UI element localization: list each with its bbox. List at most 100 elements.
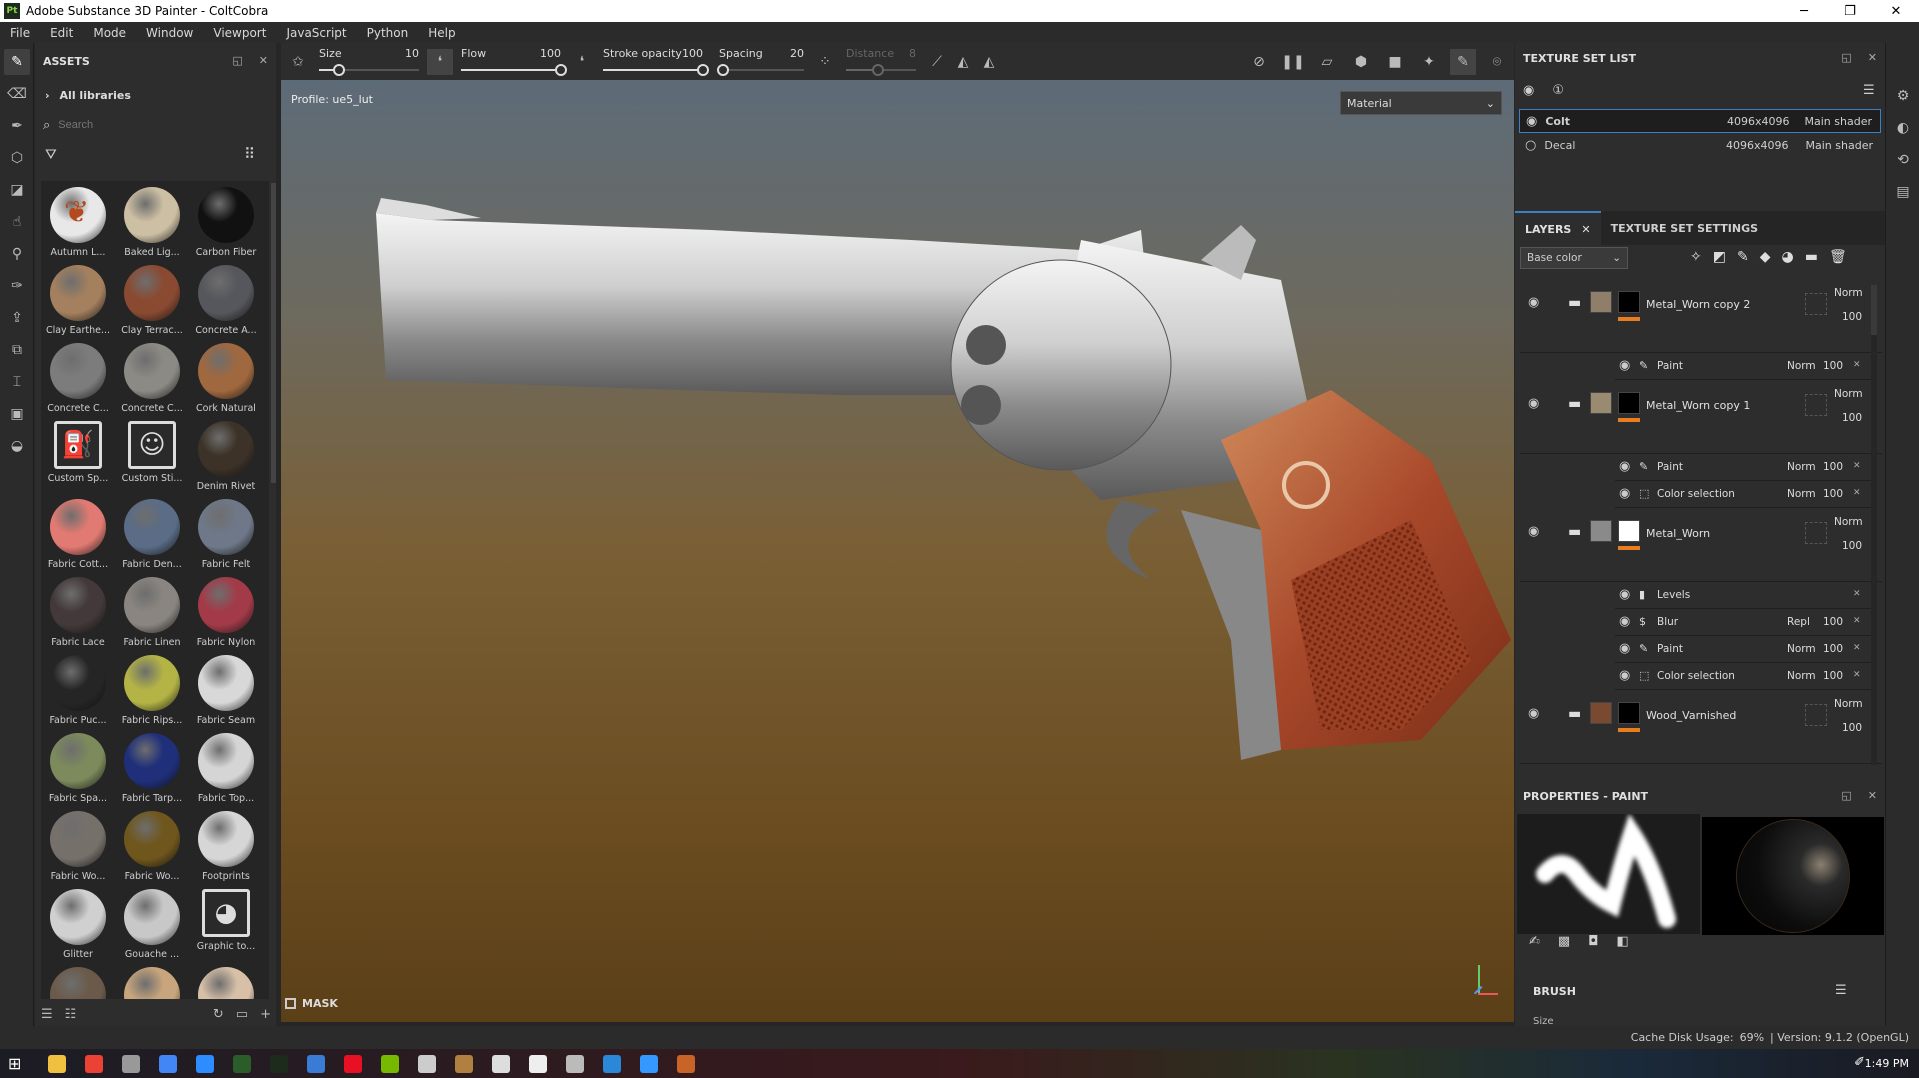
asset-item[interactable]: Fabric Puc... [44,653,112,731]
slider-handle[interactable] [555,64,567,76]
blend-mode-dropdown[interactable]: Norm [1787,360,1816,372]
taskbar-app-icon[interactable] [418,1055,436,1073]
asset-item[interactable]: Fabric Wo... [44,809,112,887]
library-selector[interactable]: › All libraries [45,89,131,102]
effect-row[interactable]: ◉ ✎ Paint Norm 100 ✕ [1615,636,1871,663]
paint-brush-icon[interactable]: ✎ [4,49,30,75]
3d-viewport[interactable]: Profile: ue5_lut Material ⌄ MASK [281,80,1514,1022]
effect-row[interactable]: ◉⬚Color selectionNorm100✕ [1615,663,1871,690]
effect-row[interactable]: ◉ ✎ Paint Norm 100 ✕ [1615,353,1871,380]
close-icon[interactable]: ✕ [1581,223,1590,236]
layer-mask-thumbnail[interactable] [1618,520,1640,542]
menu-icon[interactable]: ☰ [1863,83,1875,98]
asset-item[interactable]: Fabric Felt [192,497,260,575]
color-picker-icon[interactable]: ✑ [4,273,30,299]
taskbar-app-icon[interactable] [122,1055,140,1073]
opacity-dropdown[interactable]: 100 [1842,311,1862,323]
taskbar-app-icon[interactable] [159,1055,177,1073]
opacity-dropdown[interactable]: 100 [1823,488,1843,500]
undock-icon[interactable]: ◱ [1841,51,1851,64]
close-icon[interactable]: ✕ [1868,789,1877,802]
pause-icon[interactable]: ❚❚ [1280,49,1306,75]
brush-tab-icon[interactable]: ✍ [1529,934,1540,949]
section-menu-icon[interactable]: ☰ [1835,983,1847,998]
blend-mode-dropdown[interactable]: Norm [1834,698,1863,710]
taskbar-app-icon[interactable] [640,1055,658,1073]
effect-row[interactable]: ◉ ▮ Levels ✕ [1615,582,1871,609]
folder-icon[interactable]: ▬ [1568,396,1581,412]
log-icon[interactable]: ▤ [1890,179,1916,205]
grid-view-icon[interactable]: ⠿ [244,145,255,163]
slider-spacing[interactable]: Spacing 20 [717,43,804,80]
flow-pressure-icon[interactable]: ❛ [427,48,453,75]
taskbar-app-icon[interactable] [566,1055,584,1073]
opacity-dropdown[interactable]: 100 [1823,643,1843,655]
texture-set-row[interactable]: ○ Decal 4096x4096 Main shader [1519,133,1881,157]
blend-mode-dropdown[interactable]: Norm [1834,287,1863,299]
taskbar-app-icon[interactable] [48,1055,66,1073]
slider-size[interactable]: Size 10 [319,43,419,80]
asset-item[interactable]: Fabric Nylon [192,575,260,653]
asset-item[interactable]: Fabric Seam [192,653,260,731]
taskbar-app-icon[interactable] [492,1055,510,1073]
paint-mode-icon[interactable]: ✎ [1450,48,1476,75]
folder-icon[interactable]: ▬ [1568,295,1581,311]
close-button[interactable]: ✕ [1873,0,1919,22]
asset-item[interactable]: ◕ Graphic to... [192,887,260,965]
asset-item[interactable]: Clay Earthe... [44,263,112,341]
sphere-icon[interactable]: ◒ [4,433,30,459]
asset-item[interactable]: Fabric Tarp... [118,731,186,809]
slider-handle[interactable] [717,64,730,76]
menu-help[interactable]: Help [418,26,465,40]
add-mask-icon[interactable]: ◩ [1713,249,1726,265]
eye-icon[interactable]: ◉ [1526,114,1537,129]
filter-icon[interactable]: ⛛ [45,147,57,163]
blend-mode-dropdown[interactable]: Norm [1787,461,1816,473]
list-view-icon[interactable]: ☰ [41,1007,53,1022]
tab-layers[interactable]: LAYERS ✕ [1515,211,1601,245]
taskbar-app-icon[interactable] [270,1055,288,1073]
eye-icon[interactable]: ◉ [1619,486,1630,501]
remove-icon[interactable]: ✕ [1853,461,1861,471]
eye-icon[interactable]: ◉ [1619,641,1630,656]
blend-mode-dropdown[interactable]: Norm [1787,670,1816,682]
eraser-icon[interactable]: ⌫ [4,81,30,107]
asset-item[interactable] [44,965,112,999]
measure-icon[interactable]: ⌶ [4,369,30,395]
eye-icon[interactable]: ◉ [1619,668,1630,683]
history-icon[interactable]: ⟲ [1890,147,1916,173]
add-paint-layer-icon[interactable]: ✎ [1737,249,1749,265]
menu-edit[interactable]: Edit [40,26,83,40]
asset-item[interactable]: Concrete C... [44,341,112,419]
asset-item[interactable]: Carbon Fiber [192,185,260,263]
stencil-tab-icon[interactable]: ◘ [1588,934,1598,949]
symmetry-icon[interactable]: ⟋ [924,49,950,75]
taskbar-app-icon[interactable] [381,1055,399,1073]
search-box[interactable]: ⌕ [43,115,269,135]
taskbar-app-icon[interactable] [603,1055,621,1073]
asset-item[interactable]: Fabric Den... [118,497,186,575]
effect-row[interactable]: ◉⬚Color selectionNorm100✕ [1615,764,1871,771]
eye-icon[interactable]: ◉ [1528,706,1539,721]
opacity-dropdown[interactable]: 100 [1823,670,1843,682]
opacity-dropdown[interactable]: 100 [1823,461,1843,473]
remove-icon[interactable]: ✕ [1853,360,1861,370]
taskbar-app-icon[interactable] [677,1055,695,1073]
remove-icon[interactable]: ✕ [1853,616,1861,626]
asset-item[interactable]: Baked Lig... [118,185,186,263]
mirror-icon[interactable]: ◭ [950,49,976,75]
blend-mode-dropdown[interactable]: Norm [1834,388,1863,400]
asset-item[interactable]: Concrete A... [192,263,260,341]
asset-item[interactable]: Fabric Spa... [44,731,112,809]
undock-icon[interactable]: ◱ [232,54,242,67]
menu-viewport[interactable]: Viewport [203,26,276,40]
material-tab-icon[interactable]: ◧ [1617,934,1629,949]
asset-item[interactable]: Glitter [44,887,112,965]
effect-row[interactable]: ◉ ✎ Paint Norm 100 ✕ [1615,454,1871,481]
menu-window[interactable]: Window [136,26,203,40]
slider-flow[interactable]: Flow 100 [461,43,567,80]
eye-icon[interactable]: ○ [1525,138,1536,153]
layer-row[interactable]: ◉ ▬ Metal_Worn Norm 100 [1520,508,1882,582]
projection-icon[interactable]: ✒ [4,113,30,139]
blend-mode-dropdown[interactable]: Norm [1787,643,1816,655]
